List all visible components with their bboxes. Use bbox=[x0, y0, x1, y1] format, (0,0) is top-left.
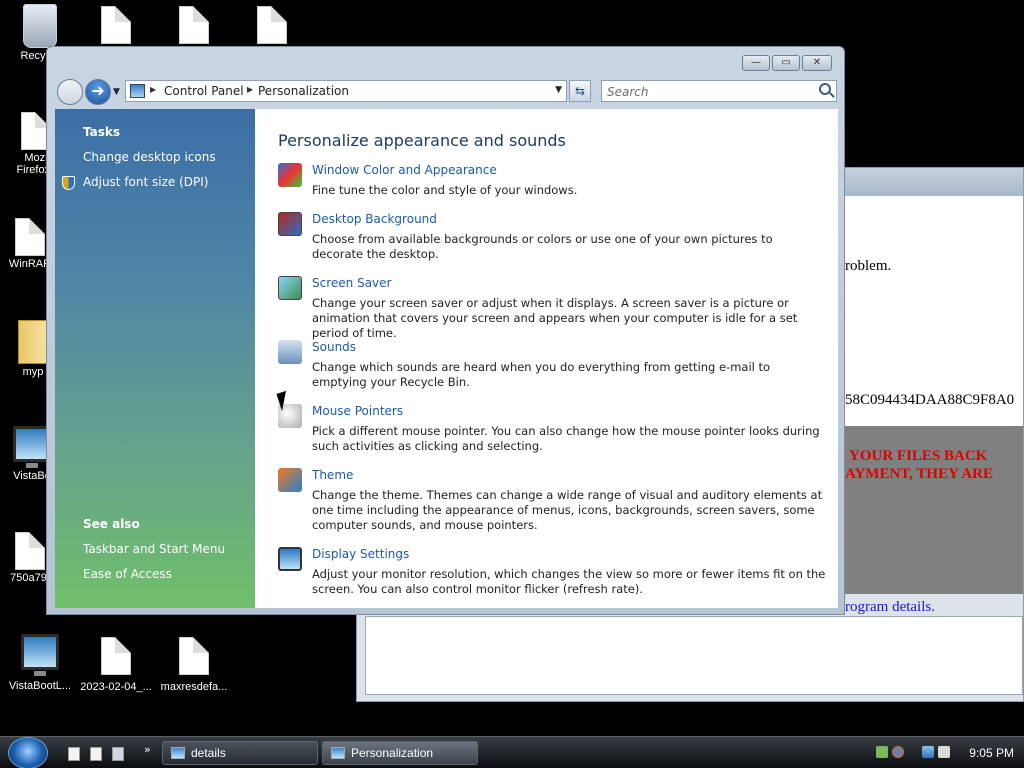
see-also-heading: See also bbox=[83, 517, 140, 531]
forward-button[interactable]: ➜ bbox=[85, 79, 111, 105]
maximize-button[interactable]: ▭ bbox=[772, 55, 800, 71]
clock[interactable]: 9:05 PM bbox=[969, 746, 1014, 760]
folder-icon bbox=[18, 320, 48, 364]
taskbar-button-label: details bbox=[191, 746, 226, 760]
desktop-icon-file[interactable]: 2023-02-04_... bbox=[76, 637, 156, 693]
content-pane: Personalize appearance and sounds Window… bbox=[255, 109, 838, 608]
document-icon bbox=[15, 532, 45, 570]
color-appearance-icon[interactable] bbox=[278, 163, 302, 187]
uac-shield-icon bbox=[62, 176, 75, 190]
warning-text: AYMENT, THEY ARE bbox=[845, 466, 993, 482]
minimize-button[interactable]: — bbox=[742, 55, 770, 71]
taskbar-button-details[interactable]: details bbox=[162, 741, 318, 765]
window-icon bbox=[171, 747, 185, 759]
personalization-window[interactable]: — ▭ ✕ ➜ ▼ ▶ Control Panel ▶ Personalizat… bbox=[46, 46, 845, 615]
taskbar-button-label: Personalization bbox=[351, 746, 434, 760]
breadcrumb-separator-icon[interactable]: ▶ bbox=[247, 85, 253, 94]
tray-app-icon[interactable] bbox=[876, 746, 888, 758]
quick-launch-file-icon[interactable] bbox=[90, 747, 102, 761]
background-window-lower-pane bbox=[365, 616, 1023, 695]
item-description: Fine tune the color and style of your wi… bbox=[312, 183, 578, 197]
document-icon bbox=[179, 637, 209, 675]
desktop-background-icon[interactable] bbox=[278, 212, 302, 236]
document-icon bbox=[101, 637, 131, 675]
theme-icon[interactable] bbox=[278, 468, 302, 492]
background-text-line: roblem. bbox=[845, 258, 892, 274]
screen-saver-icon[interactable] bbox=[278, 276, 302, 300]
caption-buttons: — ▭ ✕ bbox=[742, 55, 832, 71]
start-button[interactable] bbox=[8, 737, 48, 768]
close-button[interactable]: ✕ bbox=[802, 55, 832, 71]
item-description: Change which sounds are heard when you d… bbox=[312, 360, 771, 389]
screen-saver-link[interactable]: Screen Saver bbox=[312, 276, 391, 290]
taskbar: » details Personalization 9:05 PM bbox=[0, 736, 1024, 768]
address-bar: ➜ ▼ ▶ Control Panel ▶ Personalization ▼ … bbox=[55, 79, 838, 105]
adjust-font-size-link[interactable]: Adjust font size (DPI) bbox=[83, 175, 208, 189]
recent-pages-dropdown-icon[interactable]: ▼ bbox=[113, 87, 120, 97]
document-icon bbox=[257, 6, 287, 44]
system-tray: 9:05 PM bbox=[868, 739, 1022, 767]
quick-launch-desktop-icon[interactable] bbox=[68, 747, 80, 761]
quick-launch-window-icon[interactable] bbox=[112, 747, 124, 761]
document-icon bbox=[15, 218, 45, 256]
desktop: Recycle Mozi Firefox.l WinRAR myp VistaB… bbox=[0, 0, 1024, 768]
program-details-link[interactable]: rogram details. bbox=[845, 599, 935, 616]
breadcrumb-personalization[interactable]: Personalization bbox=[258, 84, 349, 98]
search-input[interactable] bbox=[607, 83, 807, 101]
recycle-bin-icon bbox=[23, 4, 57, 48]
display-settings-icon[interactable] bbox=[278, 547, 302, 571]
desktop-icon-label: 2023-02-04_... bbox=[80, 681, 152, 693]
address-field[interactable]: ▶ Control Panel ▶ Personalization ▼ bbox=[125, 80, 567, 102]
item-description: Adjust your monitor resolution, which ch… bbox=[312, 567, 826, 596]
item-description: Change the theme. Themes can change a wi… bbox=[312, 488, 823, 532]
background-text-line: 58C094434DAA88C9F8A0 bbox=[845, 392, 1015, 408]
display-settings-link[interactable]: Display Settings bbox=[312, 547, 409, 561]
item-description: Change your screen saver or adjust when … bbox=[312, 296, 798, 340]
refresh-icon: ⇆ bbox=[574, 84, 586, 98]
volume-muted-icon[interactable] bbox=[938, 746, 950, 758]
mouse-pointers-link[interactable]: Mouse Pointers bbox=[312, 404, 403, 418]
search-box bbox=[601, 80, 837, 102]
tray-firefox-icon[interactable] bbox=[892, 746, 904, 758]
taskbar-button-personalization[interactable]: Personalization bbox=[322, 741, 478, 765]
desktop-icon-file[interactable] bbox=[154, 6, 234, 46]
monitor-icon bbox=[21, 634, 59, 676]
control-panel-icon bbox=[130, 84, 145, 98]
desktop-icon-vistabootl[interactable]: VistaBootL... bbox=[0, 634, 80, 692]
desktop-icon-label: VistaBootL... bbox=[8, 680, 72, 692]
control-panel-icon bbox=[331, 747, 345, 759]
ease-of-access-link[interactable]: Ease of Access bbox=[83, 567, 172, 581]
network-icon[interactable] bbox=[922, 746, 934, 758]
taskbar-start-menu-link[interactable]: Taskbar and Start Menu bbox=[83, 542, 225, 556]
sounds-link[interactable]: Sounds bbox=[312, 340, 356, 354]
tasks-heading: Tasks bbox=[83, 125, 121, 139]
desktop-icon-file[interactable] bbox=[232, 6, 312, 46]
back-button[interactable] bbox=[57, 79, 83, 105]
breadcrumb-separator-icon[interactable]: ▶ bbox=[150, 85, 156, 94]
desktop-icon-file[interactable]: maxresdefa... bbox=[154, 637, 234, 693]
document-icon bbox=[179, 6, 209, 44]
chevron-down-icon[interactable]: ▼ bbox=[555, 85, 562, 95]
window-color-link[interactable]: Window Color and Appearance bbox=[312, 163, 497, 177]
sounds-icon[interactable] bbox=[278, 340, 302, 364]
change-desktop-icons-link[interactable]: Change desktop icons bbox=[83, 150, 216, 164]
breadcrumb-control-panel[interactable]: Control Panel bbox=[164, 84, 244, 98]
desktop-background-link[interactable]: Desktop Background bbox=[312, 212, 437, 226]
item-description: Choose from available backgrounds or col… bbox=[312, 232, 773, 261]
theme-link[interactable]: Theme bbox=[312, 468, 353, 482]
desktop-icon-file[interactable] bbox=[76, 6, 156, 46]
quick-launch-more-button[interactable]: » bbox=[144, 743, 151, 756]
arrow-right-icon: ➜ bbox=[91, 81, 105, 100]
document-icon bbox=[101, 6, 131, 44]
desktop-icon-label: maxresdefa... bbox=[160, 681, 228, 693]
item-description: Pick a different mouse pointer. You can … bbox=[312, 424, 820, 453]
page-title: Personalize appearance and sounds bbox=[278, 131, 566, 150]
warning-text: YOUR FILES BACK bbox=[849, 448, 988, 464]
tasks-pane: Tasks Change desktop icons Adjust font s… bbox=[55, 109, 255, 608]
refresh-button[interactable]: ⇆ bbox=[569, 80, 591, 102]
search-icon[interactable] bbox=[819, 83, 831, 95]
